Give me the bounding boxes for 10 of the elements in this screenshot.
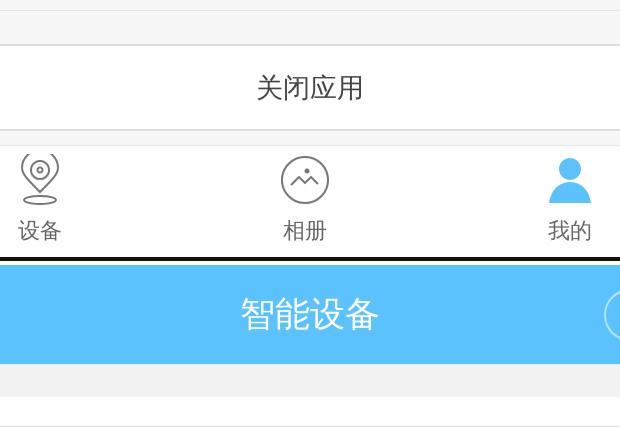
image-icon [280,154,330,206]
tab[interactable]: 设备 [14,146,66,257]
tab[interactable]: 我的 [544,146,596,257]
camera-pin-icon [20,154,60,206]
tab-label: 设备 [18,218,62,246]
tab[interactable]: 相册 [276,146,334,257]
tab-label: 我的 [548,218,592,246]
header-title: 智能设备 [240,294,380,337]
close-app-button[interactable]: 关闭应用 [0,46,620,129]
tab-label: 相册 [283,218,327,246]
